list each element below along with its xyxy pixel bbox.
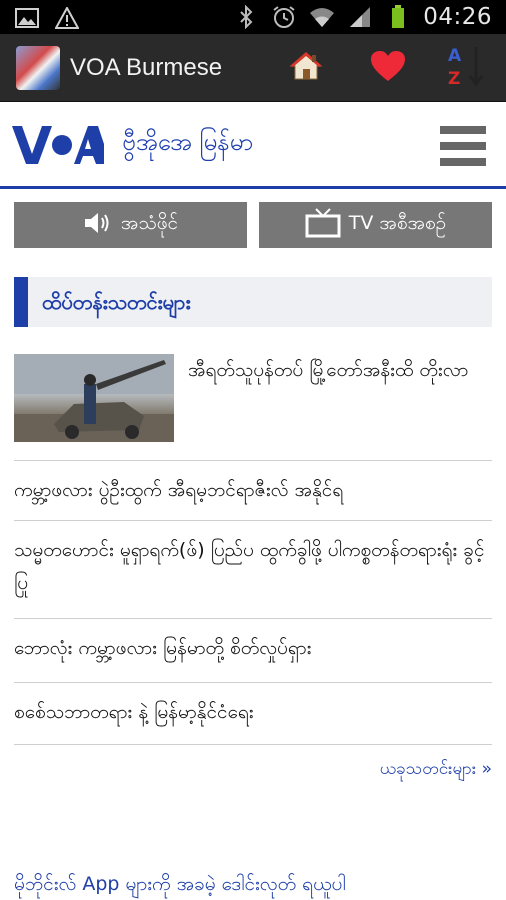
section-accent-bar — [14, 277, 28, 327]
status-clock: 04:26 — [423, 4, 492, 30]
gallery-icon — [14, 6, 40, 30]
wifi-icon — [309, 5, 335, 29]
menu-button[interactable] — [440, 126, 486, 166]
news-thumbnail — [14, 354, 174, 442]
section-title: ထိပ်တန်းသတင်းများ — [42, 290, 191, 314]
action-bar: VOA Burmese AZ — [0, 34, 506, 102]
list-divider — [14, 682, 492, 683]
speaker-icon — [83, 211, 113, 240]
news-title: အီရတ်သူပုန်တပ် မြို့တော်အနီးထိ တိုးလာ — [188, 359, 469, 381]
news-item[interactable]: ကမ္ဘာ့ဖလား ပွဲဦးထွက် အီရမ့ဘင်ရာဇီးလ် အနိ… — [14, 474, 492, 507]
header-divider — [0, 186, 506, 189]
list-divider — [14, 520, 492, 521]
tv-button[interactable]: TV အစီအစဉ် — [259, 202, 492, 248]
sort-az-icon: AZ — [446, 44, 486, 92]
site-name: ဗွီအိုအေ မြန်မာ — [122, 128, 254, 156]
home-icon — [289, 51, 323, 85]
audio-label: အသံဖိုင် — [120, 212, 179, 234]
list-divider — [14, 618, 492, 619]
news-item[interactable]: ဘောလုံး ကမ္ဘာ့ဖလား မြန်မာတို့ စိတ်လှုပ်ရ… — [14, 632, 492, 665]
menu-bar — [440, 126, 486, 134]
sort-button[interactable]: AZ — [442, 46, 490, 90]
favorite-heart-icon — [370, 50, 406, 86]
bluetooth-icon — [233, 5, 259, 29]
svg-text:A: A — [448, 46, 462, 66]
voa-logo[interactable] — [12, 124, 104, 170]
news-item[interactable]: စစ်ေသဘာတရား နဲ့ မြန်မာ့နိုင်ငံရေး — [14, 696, 492, 729]
audio-button[interactable]: အသံဖိုင် — [14, 202, 247, 248]
app-title: VOA Burmese — [70, 54, 223, 81]
home-button[interactable] — [282, 46, 330, 90]
menu-bar — [440, 158, 486, 166]
top-stories-header: ထိပ်တန်းသတင်းများ — [14, 277, 492, 327]
news-item[interactable]: သမ္မတဟောင်း မူရှာရက်(ဖ်) ပြည်ပ ထွက်ခွါဖိ… — [14, 534, 492, 600]
menu-bar — [440, 142, 486, 150]
list-divider — [14, 460, 492, 461]
more-news-link[interactable]: ယခုသတင်းများ » — [380, 758, 492, 783]
news-title: စစ်ေသဘာတရား နဲ့ မြန်မာ့နိုင်ငံရေး — [14, 701, 254, 723]
news-title: သမ္မတဟောင်း မူရှာရက်(ဖ်) ပြည်ပ ထွက်ခွါဖိ… — [14, 539, 485, 594]
warning-icon — [54, 6, 80, 30]
app-icon — [16, 46, 60, 90]
tv-label: TV အစီအစဉ် — [348, 212, 447, 234]
download-app-link[interactable]: မိုဘိုင်းလ် App များကို အခမဲ့ ဒေါင်းလုတ်… — [14, 872, 346, 900]
news-title: ကမ္ဘာ့ဖလား ပွဲဦးထွက် အီရမ့ဘင်ရာဇီးလ် အနိ… — [14, 479, 344, 501]
status-bar: 04:26 — [0, 0, 506, 34]
news-title: ဘောလုံး ကမ္ဘာ့ဖလား မြန်မာတို့ စိတ်လှုပ်ရ… — [14, 637, 312, 659]
site-header: ဗွီအိုအေ မြန်မာ — [0, 102, 506, 188]
svg-text:Z: Z — [448, 69, 460, 88]
favorites-button[interactable] — [364, 46, 412, 90]
news-item[interactable]: အီရတ်သူပုန်တပ် မြို့တော်အနီးထိ တိုးလာ — [14, 354, 492, 446]
alarm-icon — [271, 5, 297, 29]
list-divider — [14, 744, 492, 745]
tv-icon — [305, 207, 341, 243]
signal-icon — [347, 5, 373, 29]
battery-icon — [385, 5, 411, 29]
